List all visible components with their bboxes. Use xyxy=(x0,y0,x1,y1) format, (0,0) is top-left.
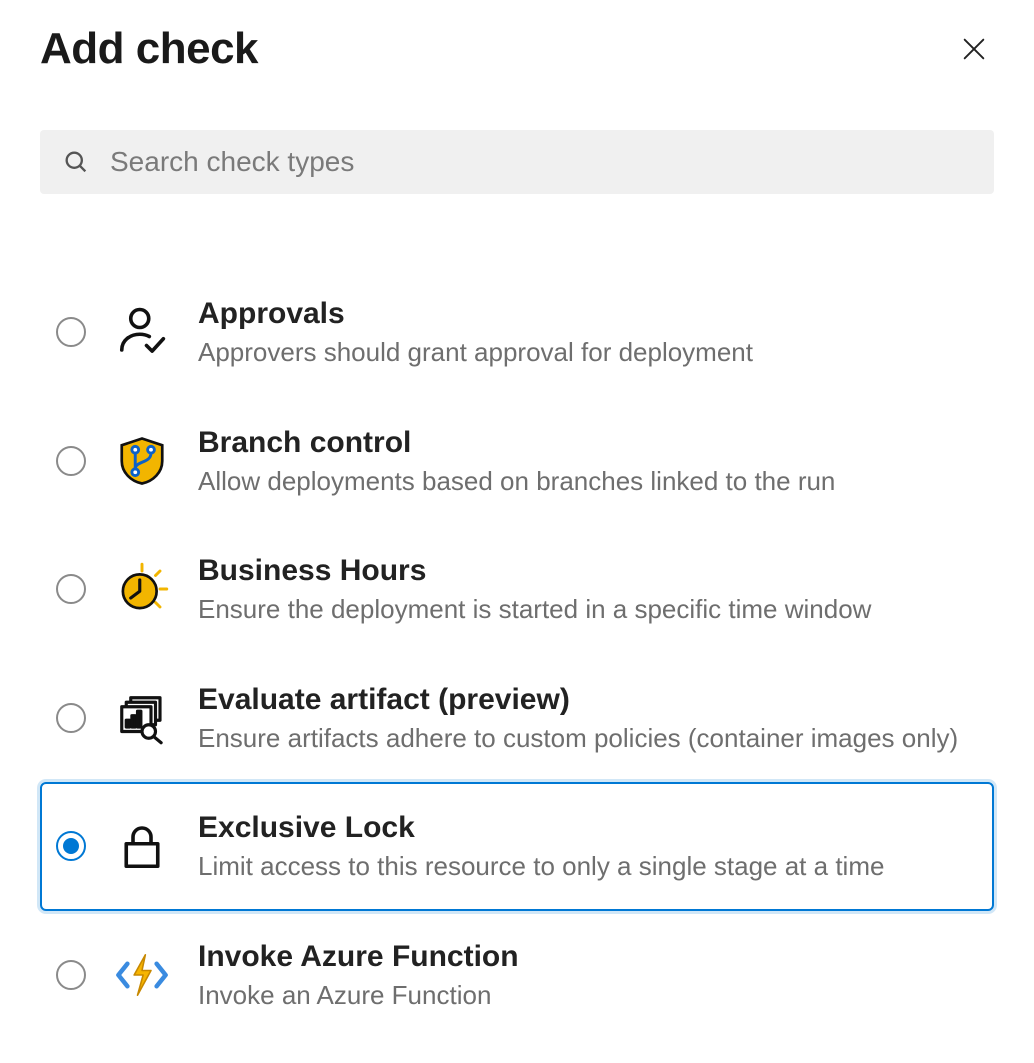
radio-button[interactable] xyxy=(56,831,86,861)
close-button[interactable] xyxy=(954,29,994,69)
radio-button[interactable] xyxy=(56,703,86,733)
dialog-header: Add check xyxy=(40,24,994,74)
radio-button[interactable] xyxy=(56,960,86,990)
search-input[interactable] xyxy=(108,145,972,179)
search-icon xyxy=(62,148,90,176)
option-title: Evaluate artifact (preview) xyxy=(198,682,978,718)
option-invoke-azure-function[interactable]: Invoke Azure Function Invoke an Azure Fu… xyxy=(40,911,994,1040)
option-desc: Invoke an Azure Function xyxy=(198,979,978,1012)
lock-icon xyxy=(112,816,172,876)
option-desc: Ensure the deployment is started in a sp… xyxy=(198,593,978,626)
radio-button[interactable] xyxy=(56,574,86,604)
option-title: Approvals xyxy=(198,296,978,332)
option-exclusive-lock[interactable]: Exclusive Lock Limit access to this reso… xyxy=(40,782,994,911)
radio-button[interactable] xyxy=(56,446,86,476)
option-business-hours[interactable]: Business Hours Ensure the deployment is … xyxy=(40,525,994,654)
option-title: Exclusive Lock xyxy=(198,810,978,846)
branch-shield-icon xyxy=(112,431,172,491)
option-evaluate-artifact[interactable]: Evaluate artifact (preview) Ensure artif… xyxy=(40,654,994,783)
option-desc: Allow deployments based on branches link… xyxy=(198,465,978,498)
option-title: Business Hours xyxy=(198,553,978,589)
option-desc: Ensure artifacts adhere to custom polici… xyxy=(198,722,978,755)
clock-sun-icon xyxy=(112,559,172,619)
page-title: Add check xyxy=(40,24,258,74)
search-bar[interactable] xyxy=(40,130,994,194)
azure-function-icon xyxy=(112,945,172,1005)
artifact-stack-icon xyxy=(112,688,172,748)
option-approvals[interactable]: Approvals Approvers should grant approva… xyxy=(40,268,994,397)
option-desc: Limit access to this resource to only a … xyxy=(198,850,978,883)
option-desc: Approvers should grant approval for depl… xyxy=(198,336,978,369)
person-check-icon xyxy=(112,302,172,362)
close-icon xyxy=(960,32,988,66)
radio-button[interactable] xyxy=(56,317,86,347)
option-title: Branch control xyxy=(198,425,978,461)
check-options-list: Approvals Approvers should grant approva… xyxy=(40,268,994,1039)
option-title: Invoke Azure Function xyxy=(198,939,978,975)
option-branch-control[interactable]: Branch control Allow deployments based o… xyxy=(40,397,994,526)
